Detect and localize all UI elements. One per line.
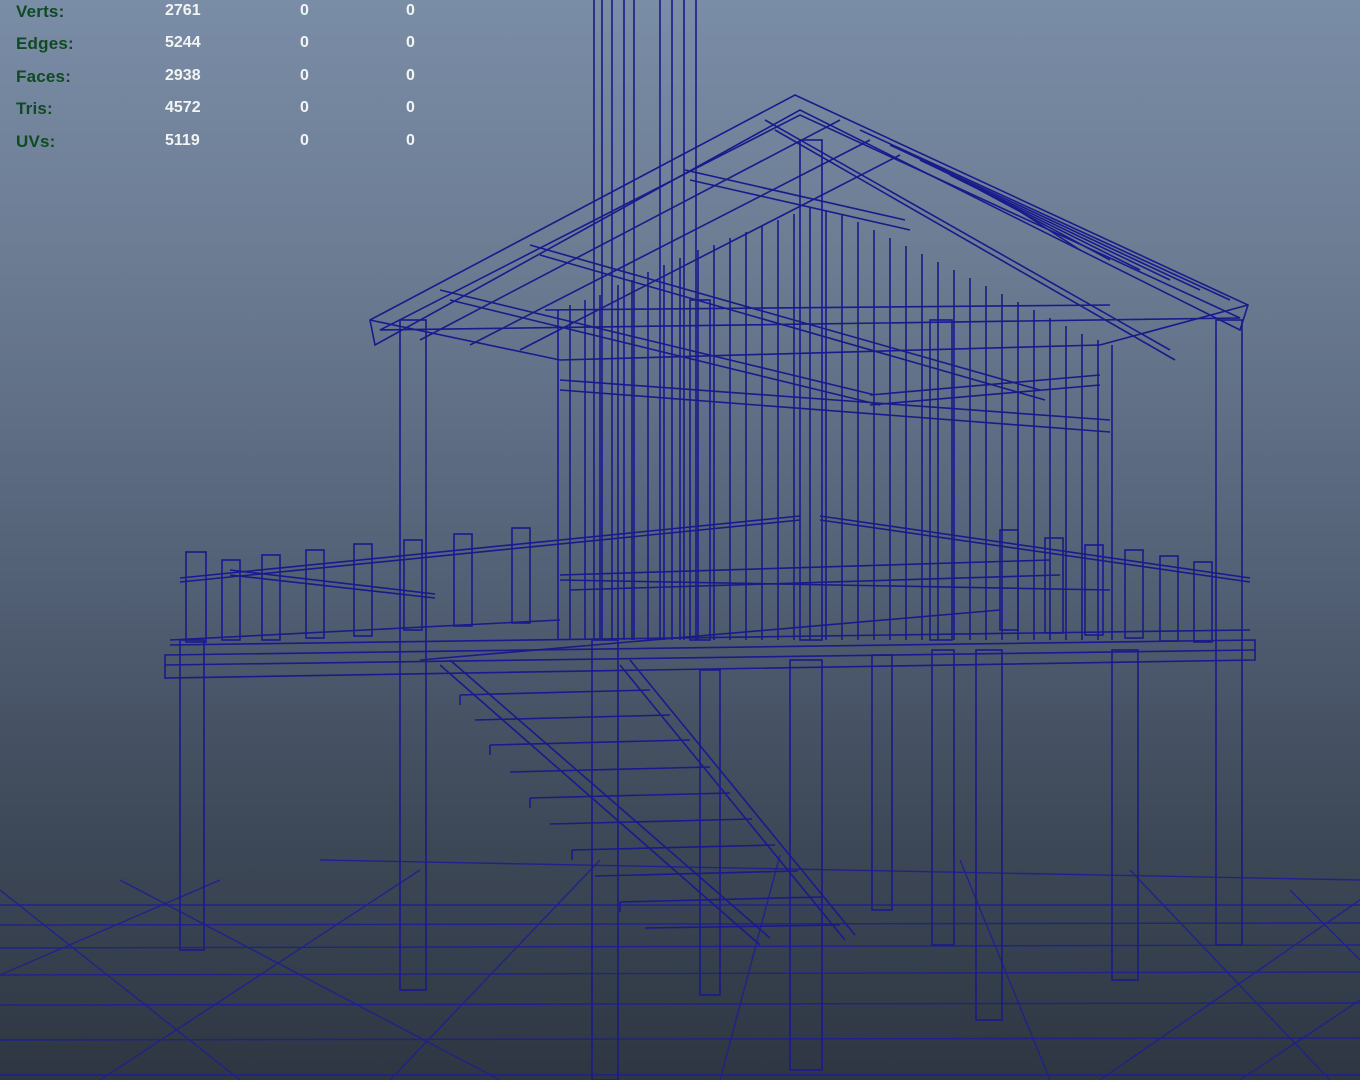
hud-row-verts: Verts: 2761 0 0 [0, 2, 440, 26]
hud-row-tris: Tris: 4572 0 0 [0, 99, 440, 123]
hud-total-verts: 2761 [165, 2, 201, 19]
3d-viewport[interactable]: Verts: 2761 0 0 Edges: 5244 0 0 Faces: 2… [0, 0, 1360, 1080]
hud-selected-components-tris: 0 [406, 99, 415, 116]
hud-selected-uvs: 0 [300, 132, 309, 149]
house-wireframe[interactable] [164, 0, 1256, 1080]
poly-count-hud: Verts: 2761 0 0 Edges: 5244 0 0 Faces: 2… [0, 0, 440, 160]
wireframe-scene[interactable] [0, 0, 1360, 1080]
hud-selected-tris: 0 [300, 99, 309, 116]
hud-selected-faces: 0 [300, 67, 309, 84]
hud-total-tris: 4572 [165, 99, 201, 116]
hud-total-faces: 2938 [165, 67, 201, 84]
hud-row-edges: Edges: 5244 0 0 [0, 34, 440, 58]
hud-label-uvs: UVs: [16, 132, 56, 151]
hud-row-faces: Faces: 2938 0 0 [0, 67, 440, 91]
hud-label-tris: Tris: [16, 99, 53, 118]
hud-selected-components-faces: 0 [406, 67, 415, 84]
hud-label-edges: Edges: [16, 34, 74, 53]
hud-selected-components-uvs: 0 [406, 132, 415, 149]
hud-selected-verts: 0 [300, 2, 309, 19]
hud-label-faces: Faces: [16, 67, 72, 86]
hud-selected-components-verts: 0 [406, 2, 415, 19]
hud-total-edges: 5244 [165, 34, 201, 51]
hud-total-uvs: 5119 [165, 132, 200, 149]
hud-selected-edges: 0 [300, 34, 309, 51]
hud-row-uvs: UVs: 5119 0 0 [0, 132, 440, 156]
hud-selected-components-edges: 0 [406, 34, 415, 51]
hud-label-verts: Verts: [16, 2, 65, 21]
